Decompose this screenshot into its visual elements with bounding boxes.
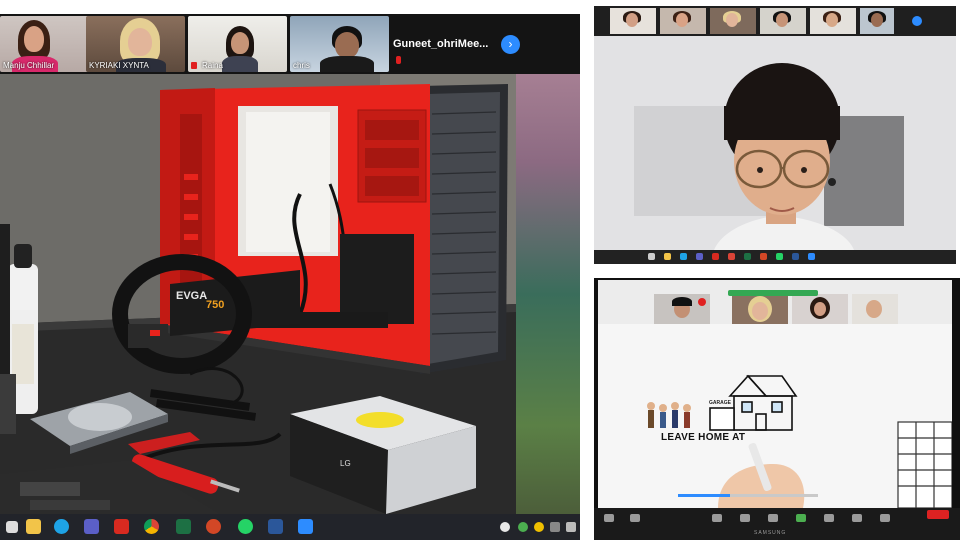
recording-banner <box>728 290 818 296</box>
participant-video <box>594 36 956 250</box>
active-speaker-name: Guneet_ohriMee... <box>393 38 489 50</box>
stop-video-button[interactable] <box>630 514 640 522</box>
gallery-zoom-window <box>594 6 956 264</box>
scene-caption: LEAVE HOME AT <box>661 432 746 443</box>
mini-tile-5[interactable] <box>810 8 856 34</box>
participant-tile-4[interactable]: chris <box>290 16 389 72</box>
search-icon[interactable] <box>6 521 18 533</box>
mini-chrome-icon[interactable] <box>728 253 735 260</box>
mini-teams-icon[interactable] <box>696 253 703 260</box>
drive-brand-label: LG <box>340 459 351 468</box>
chat-button[interactable] <box>768 514 778 522</box>
monitor-brand-label: SAMSUNG <box>754 530 787 536</box>
monitor-screen: GARAGE LEAVE HOME AT <box>598 280 952 508</box>
mini-tile-4[interactable] <box>760 8 806 34</box>
acrobat-icon[interactable] <box>114 519 129 534</box>
mini-taskbar <box>594 250 956 264</box>
file-explorer-icon[interactable] <box>26 519 41 534</box>
mini-start-icon[interactable] <box>648 253 655 260</box>
record-button[interactable] <box>824 514 834 522</box>
photo-tile-3[interactable] <box>792 294 848 324</box>
photo-tile-2[interactable] <box>732 294 788 324</box>
participant-tile-1[interactable]: Manju Chhillar <box>0 16 99 72</box>
mini-zoom-icon[interactable] <box>808 253 815 260</box>
participant-name: Raina <box>202 61 223 70</box>
muted-mic-icon <box>396 56 401 64</box>
powerpoint-icon[interactable] <box>206 519 221 534</box>
chrome-icon[interactable] <box>144 519 159 534</box>
share-screen-button[interactable] <box>796 514 806 522</box>
participant-name: Manju Chhillar <box>3 61 55 70</box>
breakout-rooms-button[interactable] <box>852 514 862 522</box>
mini-edge-icon[interactable] <box>680 253 687 260</box>
psu-model-label: 750 <box>206 299 224 311</box>
mini-tile-6[interactable] <box>860 8 894 34</box>
whatsapp-icon[interactable] <box>238 519 253 534</box>
participant-strip: Manju Chhillar KYRIAKI XYNTA Raina chris <box>0 14 580 74</box>
help-icon[interactable] <box>500 522 510 532</box>
reactions-button[interactable] <box>880 514 890 522</box>
mini-word-icon[interactable] <box>792 253 799 260</box>
muted-mic-icon <box>191 62 197 69</box>
windows-taskbar <box>0 514 580 540</box>
mini-tile-2[interactable] <box>660 8 706 34</box>
mini-tile-1[interactable] <box>610 8 656 34</box>
security-button[interactable] <box>712 514 722 522</box>
excel-icon[interactable] <box>176 519 191 534</box>
video-progress-fill <box>678 494 730 497</box>
mini-whatsapp-icon[interactable] <box>776 253 783 260</box>
participant-tile-2[interactable]: KYRIAKI XYNTA <box>86 16 185 72</box>
main-zoom-window: Manju Chhillar KYRIAKI XYNTA Raina chris <box>0 14 580 540</box>
participant-tile-3[interactable]: Raina <box>188 16 287 72</box>
next-page-button[interactable] <box>912 16 922 26</box>
participant-strip-mini <box>594 6 956 36</box>
end-meeting-button[interactable] <box>927 510 949 519</box>
whiteboard-animation <box>598 324 952 508</box>
psu-brand-label: EVGA <box>176 290 207 302</box>
side-panel-blur <box>516 74 580 514</box>
monitor-photo: GARAGE LEAVE HOME AT SAMSUNG <box>594 278 960 540</box>
next-page-button[interactable]: › <box>501 35 520 54</box>
mini-acrobat-icon[interactable] <box>712 253 719 260</box>
word-icon[interactable] <box>268 519 283 534</box>
tray-app-icon-2[interactable] <box>534 522 544 532</box>
network-icon[interactable] <box>550 522 560 532</box>
participant-name: chris <box>293 61 310 70</box>
shared-screen-video: EVGA 750 LG <box>0 74 516 514</box>
mini-ppt-icon[interactable] <box>760 253 767 260</box>
mini-tile-3[interactable] <box>710 8 756 34</box>
mini-excel-icon[interactable] <box>744 253 751 260</box>
garage-label: GARAGE <box>709 400 731 406</box>
mini-explorer-icon[interactable] <box>664 253 671 260</box>
participant-strip-photo <box>598 280 952 324</box>
participants-button[interactable] <box>740 514 750 522</box>
tray-app-icon[interactable] <box>518 522 528 532</box>
zoom-icon[interactable] <box>298 519 313 534</box>
teams-icon[interactable] <box>84 519 99 534</box>
mute-button[interactable] <box>604 514 614 522</box>
photo-tile-4[interactable] <box>852 294 898 324</box>
building-drawing <box>897 421 952 508</box>
edge-icon[interactable] <box>54 519 69 534</box>
record-indicator-icon <box>698 298 706 306</box>
participant-name: KYRIAKI XYNTA <box>89 61 149 70</box>
volume-icon[interactable] <box>566 522 576 532</box>
